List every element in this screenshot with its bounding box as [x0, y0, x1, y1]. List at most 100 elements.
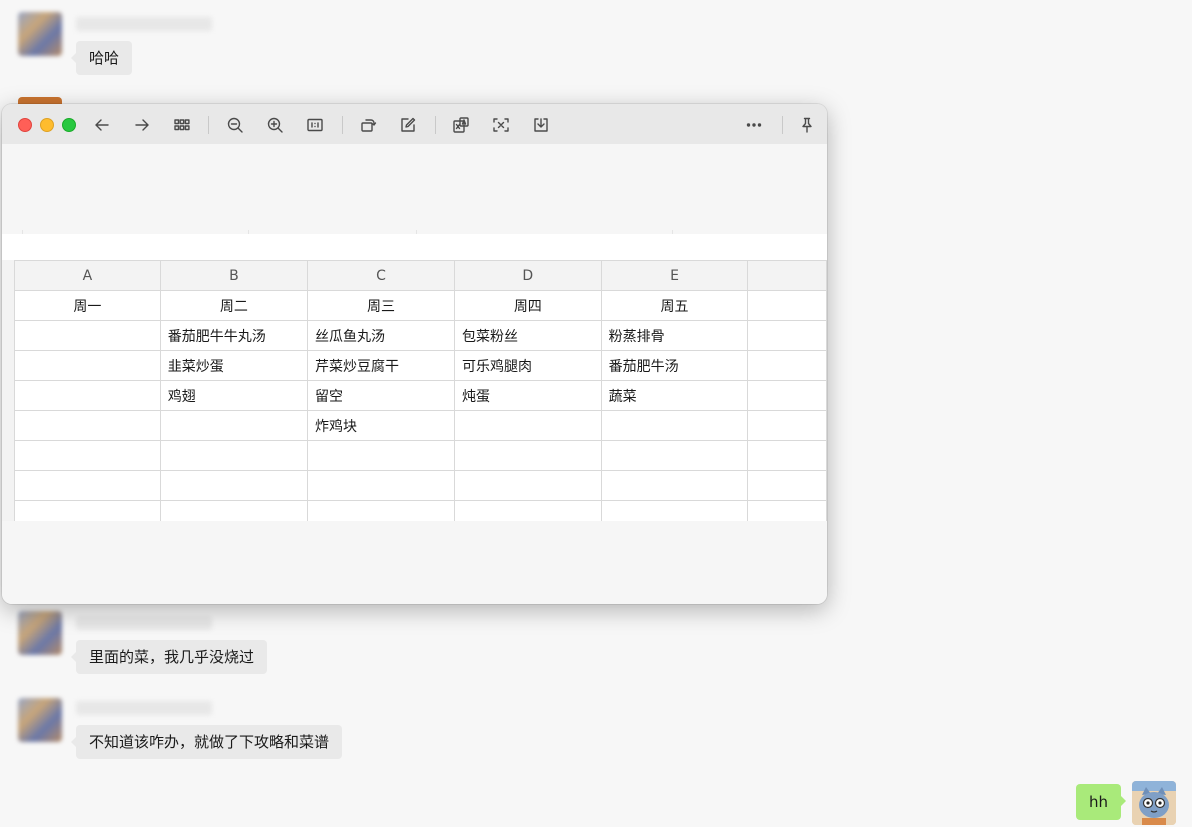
my-avatar[interactable] [1132, 781, 1176, 825]
grid-icon [174, 119, 190, 131]
zoom-out-button[interactable] [224, 114, 246, 136]
table-cell: 留空 [307, 380, 455, 411]
table-cell: 包菜粉丝 [453, 320, 602, 351]
download-button[interactable] [530, 114, 552, 136]
table-cell [14, 470, 161, 501]
edit-button[interactable] [397, 114, 419, 136]
sender-name [76, 17, 212, 31]
download-icon [534, 118, 548, 132]
table-cell [600, 470, 749, 501]
rotate-button[interactable] [357, 114, 379, 136]
day-header: 周二 [159, 290, 309, 321]
table-cell [14, 320, 161, 351]
chat-bubble[interactable]: 不知道该咋办，就做了下攻略和菜谱 [70, 725, 343, 759]
day-header: 周三 [307, 290, 455, 321]
table-cell: 韭菜炒蛋 [159, 350, 309, 381]
table-cell [747, 500, 827, 521]
my-chat-bubble[interactable]: hh [1076, 784, 1127, 820]
avatar[interactable] [18, 12, 62, 56]
table-cell: 丝瓜鱼丸汤 [307, 320, 455, 351]
chat-bubble-text: 里面的菜，我几乎没烧过 [89, 648, 255, 666]
table-cell: 蔬菜 [600, 380, 749, 411]
toolbar-separator [208, 116, 209, 134]
toolbar-separator [782, 116, 783, 134]
arrow-right-icon [135, 119, 149, 131]
table-cell [747, 350, 827, 381]
arrow-left-icon [95, 119, 109, 131]
table-cell [14, 380, 161, 411]
table-cell: 炖蛋 [453, 380, 602, 411]
table-row: 韭菜炒蛋 芹菜炒豆腐干 可乐鸡腿肉 番茄肥牛汤 [14, 350, 827, 381]
table-cell [14, 500, 161, 521]
more-icon [746, 123, 762, 127]
table-cell [453, 440, 602, 471]
chat-bubble-text: 不知道该咋办，就做了下攻略和菜谱 [89, 733, 330, 751]
table-cell: 炸鸡块 [307, 410, 455, 441]
table-cell [307, 470, 455, 501]
table-cell [159, 470, 309, 501]
translate-icon [453, 117, 469, 133]
ocr-icon [493, 118, 509, 132]
table-row [14, 500, 827, 521]
table-cell [600, 410, 749, 441]
table-cell: 粉蒸排骨 [600, 320, 749, 351]
avatar[interactable] [18, 698, 62, 742]
column-header: D [453, 260, 602, 291]
column-header: E [600, 260, 749, 291]
table-cell: 番茄肥牛汤 [600, 350, 749, 381]
previous-image-button[interactable] [91, 114, 113, 136]
sender-name [76, 616, 212, 630]
pin-icon [802, 117, 812, 133]
zoom-out-icon [227, 117, 243, 133]
more-button[interactable] [743, 114, 765, 136]
table-cell: 番茄肥牛牛丸汤 [159, 320, 309, 351]
avatar[interactable] [18, 611, 62, 655]
edit-icon [401, 117, 416, 132]
pin-button[interactable] [796, 114, 818, 136]
thumbnails-button[interactable] [171, 114, 193, 136]
column-header: A [14, 260, 161, 291]
table-cell: 可乐鸡腿肉 [453, 350, 602, 381]
table-row [14, 470, 827, 501]
column-header: B [159, 260, 309, 291]
table-cell [747, 410, 827, 441]
image-canvas[interactable]: A B C D E 周一 周二 周三 周四 周五 番茄肥牛牛丸汤 丝瓜鱼丸汤 包… [2, 144, 827, 604]
actual-size-icon [307, 118, 323, 132]
table-cell [453, 470, 602, 501]
toolbar-separator [342, 116, 343, 134]
table-cell [747, 320, 827, 351]
table-cell [600, 440, 749, 471]
table-cell [14, 350, 161, 381]
translate-button[interactable] [450, 114, 472, 136]
table-row: 周一 周二 周三 周四 周五 [14, 290, 827, 321]
chat-bubble-text: hh [1089, 793, 1109, 811]
table-cell: 芹菜炒豆腐干 [307, 350, 455, 381]
zoom-in-button[interactable] [264, 114, 286, 136]
maximize-window-button[interactable] [62, 118, 76, 132]
table-cell [453, 500, 602, 521]
day-header: 周一 [14, 290, 161, 321]
chat-bubble[interactable]: 哈哈 [70, 41, 133, 75]
image-viewer-window[interactable]: A B C D E 周一 周二 周三 周四 周五 番茄肥牛牛丸汤 丝瓜鱼丸汤 包… [2, 104, 827, 604]
viewer-toolbar [2, 104, 827, 144]
actual-size-button[interactable] [304, 114, 326, 136]
next-image-button[interactable] [131, 114, 153, 136]
day-header: 周五 [600, 290, 749, 321]
table-cell [14, 440, 161, 471]
table-row: 鸡翅 留空 炖蛋 蔬菜 [14, 380, 827, 411]
table-cell [600, 500, 749, 521]
table-cell [159, 440, 309, 471]
table-cell [14, 410, 161, 441]
sender-name [76, 701, 212, 715]
minimize-window-button[interactable] [40, 118, 54, 132]
table-row: 番茄肥牛牛丸汤 丝瓜鱼丸汤 包菜粉丝 粉蒸排骨 [14, 320, 827, 351]
spreadsheet-table: A B C D E 周一 周二 周三 周四 周五 番茄肥牛牛丸汤 丝瓜鱼丸汤 包… [14, 260, 827, 521]
table-cell [747, 470, 827, 501]
chat-bubble[interactable]: 里面的菜，我几乎没烧过 [70, 640, 268, 674]
toolbar-separator [435, 116, 436, 134]
table-cell [747, 380, 827, 411]
cat-avatar-icon [1132, 781, 1176, 825]
table-row [14, 440, 827, 471]
ocr-button[interactable] [490, 114, 512, 136]
close-window-button[interactable] [18, 118, 32, 132]
